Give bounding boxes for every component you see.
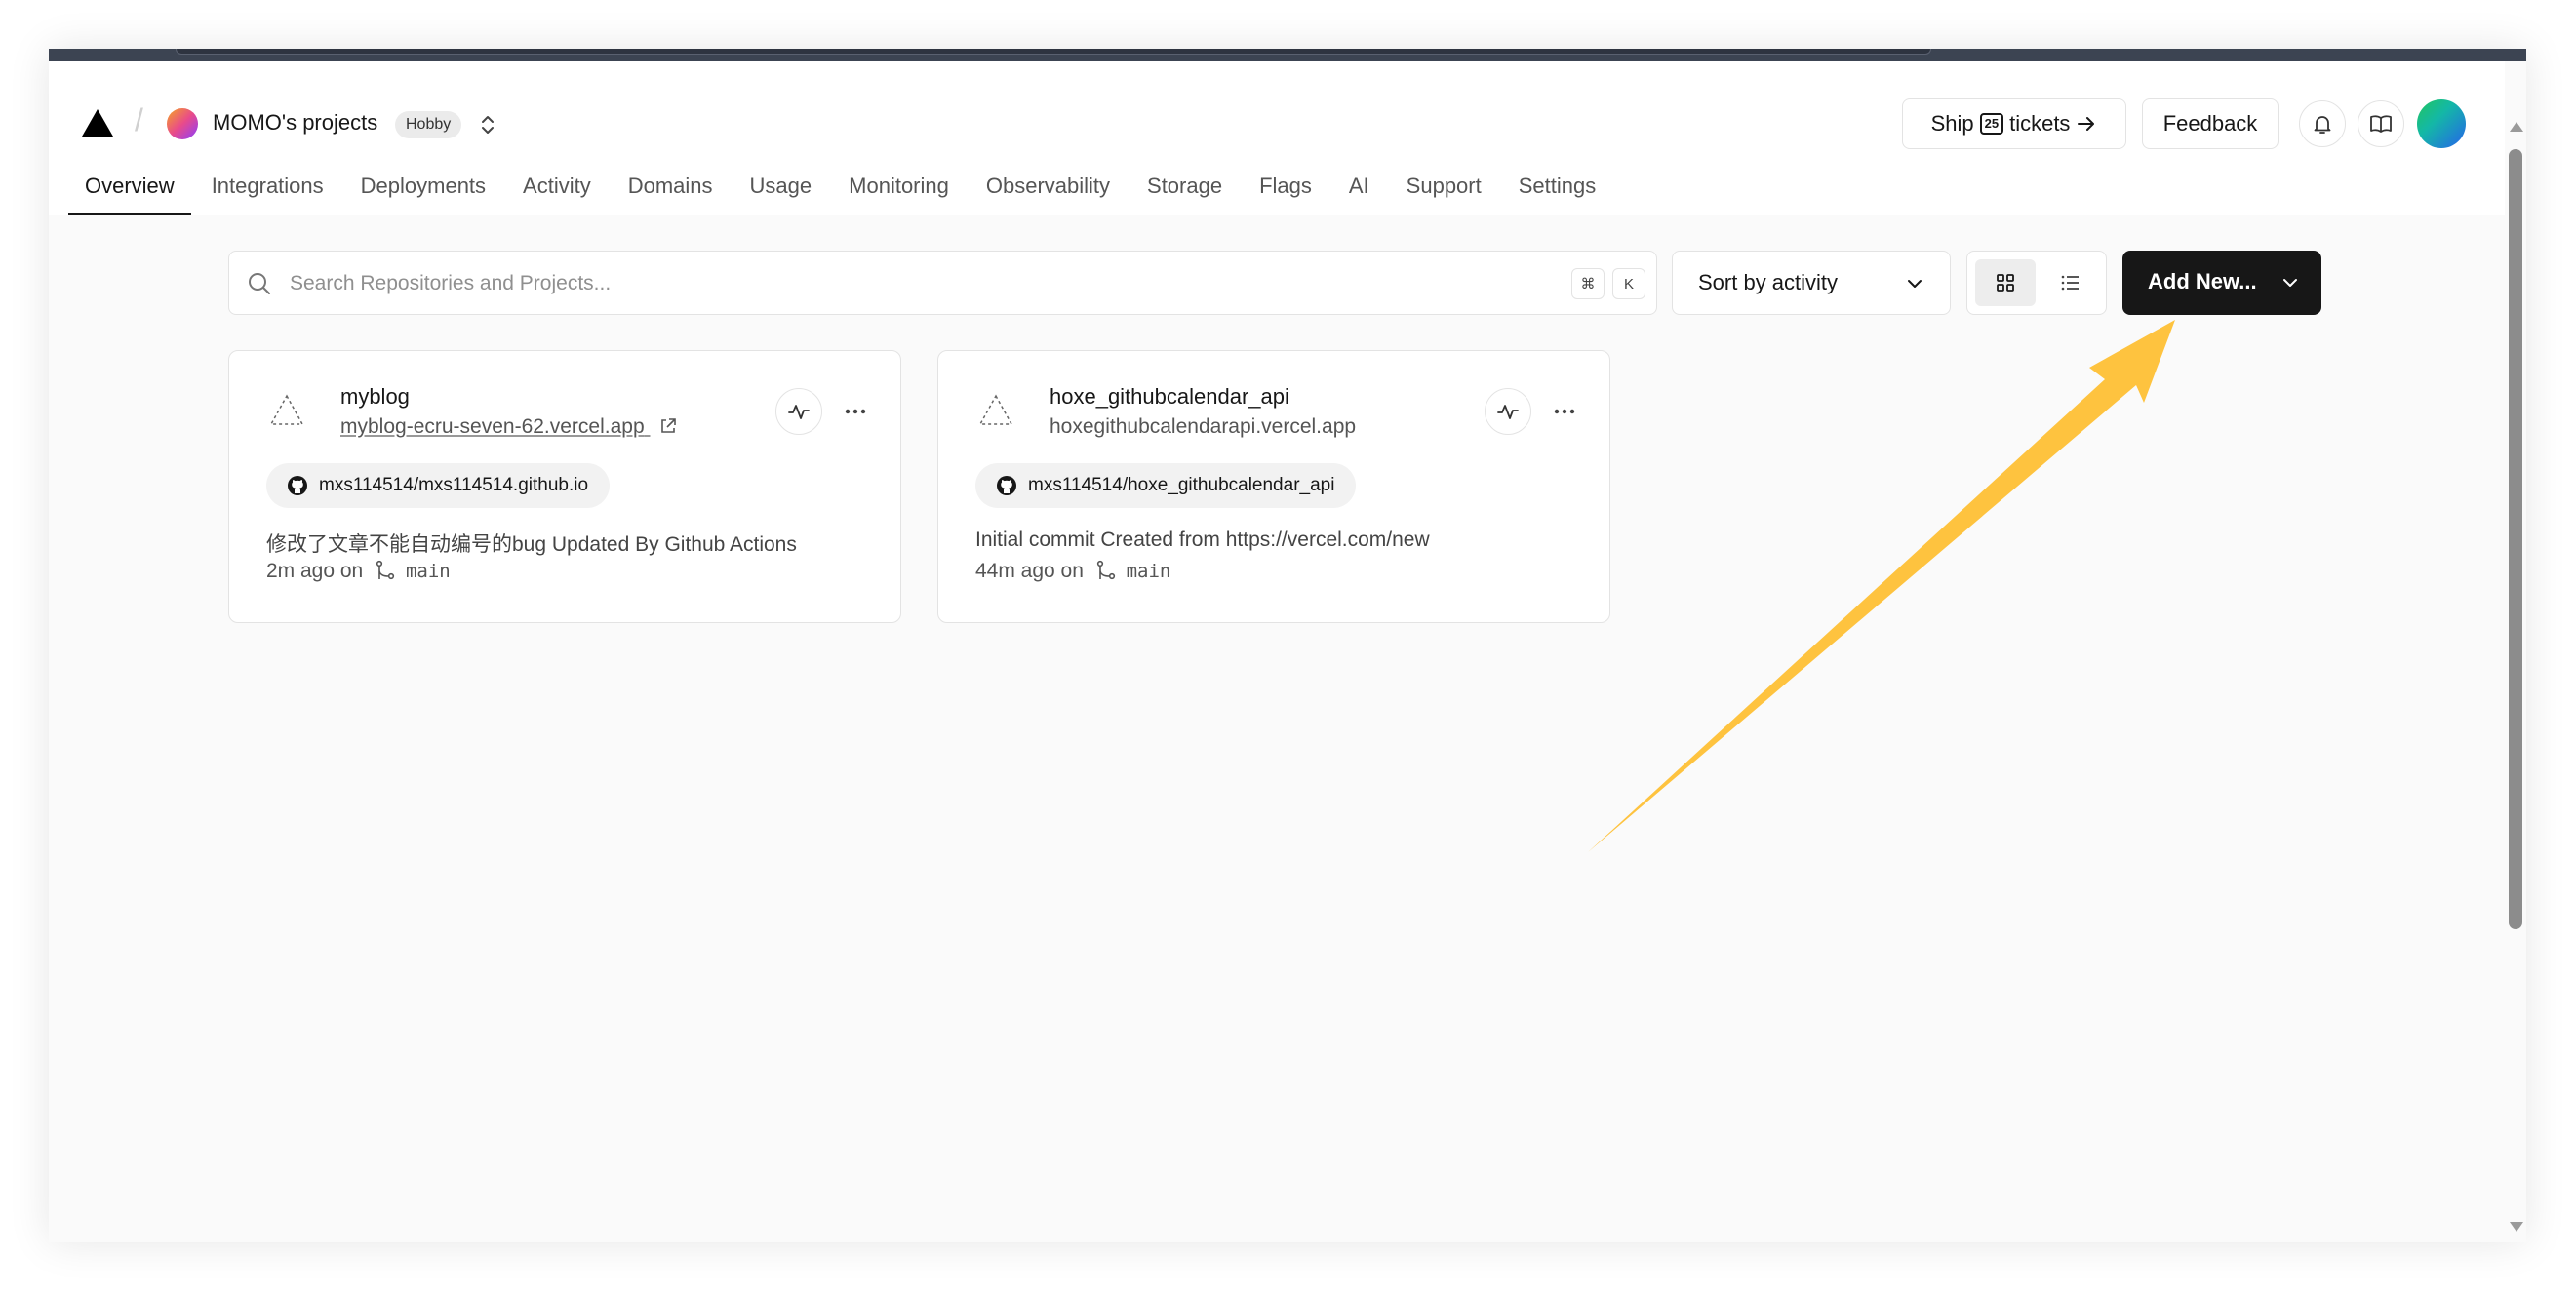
vertical-scrollbar[interactable] <box>2505 61 2526 1242</box>
breadcrumb-separator: / <box>135 102 143 137</box>
project-triangle-icon <box>978 394 1013 425</box>
arrow-right-icon <box>2078 117 2095 131</box>
project-name[interactable]: hoxe_githubcalendar_api <box>1050 384 1289 410</box>
tab-monitoring[interactable]: Monitoring <box>830 159 968 215</box>
repo-link[interactable]: mxs114514/mxs114514.github.io <box>266 463 611 508</box>
project-url[interactable]: hoxegithubcalendarapi.vercel.app <box>1050 415 1356 439</box>
repo-name: mxs114514/hoxe_githubcalendar_api <box>1028 475 1335 495</box>
view-toggle <box>1966 251 2107 315</box>
commit-message: 修改了文章不能自动编号的bug Updated By Github Action… <box>266 533 797 556</box>
tab-domains[interactable]: Domains <box>610 159 732 215</box>
more-options-button[interactable] <box>832 388 879 435</box>
notifications-button[interactable] <box>2299 100 2346 147</box>
tab-integrations[interactable]: Integrations <box>193 159 342 215</box>
commit-message: Initial commit Created from https://verc… <box>975 528 1430 551</box>
repo-name: mxs114514/mxs114514.github.io <box>319 475 589 495</box>
git-branch-icon <box>376 560 395 580</box>
tab-observability[interactable]: Observability <box>968 159 1129 215</box>
tab-deployments[interactable]: Deployments <box>342 159 504 215</box>
commit-time: 2m ago on <box>266 560 364 582</box>
chevron-up-down-icon[interactable] <box>478 111 497 138</box>
commit-meta: 44m ago on main <box>975 560 1170 583</box>
sort-select[interactable]: Sort by activity <box>1672 251 1951 315</box>
ellipsis-icon <box>1554 409 1575 414</box>
scroll-up-arrow-icon[interactable] <box>2510 122 2523 132</box>
kbd-k-key: K <box>1612 268 1645 299</box>
github-icon <box>997 476 1016 495</box>
plan-badge: Hobby <box>395 111 462 138</box>
activity-button[interactable] <box>1485 388 1531 435</box>
pulse-icon <box>1497 405 1519 419</box>
browser-window: / MOMO's projects Hobby Ship 25 tickets … <box>49 49 2526 1242</box>
list-view-button[interactable] <box>2040 259 2100 306</box>
repo-link[interactable]: mxs114514/hoxe_githubcalendar_api <box>975 463 1357 508</box>
github-icon <box>288 476 307 495</box>
browser-tab-edge <box>176 49 1931 55</box>
grid-icon <box>1997 274 2014 292</box>
project-card[interactable]: myblog myblog-ecru-seven-62.vercel.app m… <box>228 350 901 623</box>
add-new-button[interactable]: Add New... <box>2122 251 2321 315</box>
tab-activity[interactable]: Activity <box>504 159 610 215</box>
feedback-button[interactable]: Feedback <box>2142 98 2279 149</box>
project-url-link[interactable]: myblog-ecru-seven-62.vercel.app <box>340 415 678 439</box>
docs-button[interactable] <box>2358 100 2404 147</box>
ellipsis-icon <box>845 409 866 414</box>
vercel-logo-icon[interactable] <box>82 109 113 137</box>
search-box: ⌘ K <box>228 251 1657 315</box>
book-icon <box>2370 115 2392 133</box>
chevron-down-icon <box>2283 279 2297 287</box>
scroll-thumb[interactable] <box>2509 149 2522 929</box>
branch-name: main <box>1126 561 1171 582</box>
nav-tabs: Overview Integrations Deployments Activi… <box>66 159 1614 215</box>
tab-usage[interactable]: Usage <box>732 159 831 215</box>
project-url: myblog-ecru-seven-62.vercel.app <box>340 415 645 438</box>
tab-overview[interactable]: Overview <box>66 159 193 215</box>
pulse-icon <box>788 405 810 419</box>
search-icon <box>249 273 270 294</box>
tab-support[interactable]: Support <box>1388 159 1500 215</box>
project-triangle-icon <box>269 394 304 425</box>
more-options-button[interactable] <box>1541 388 1588 435</box>
branch-name: main <box>405 561 451 582</box>
ship-label: Ship <box>1930 111 1974 136</box>
scroll-down-arrow-icon[interactable] <box>2510 1222 2523 1232</box>
project-card[interactable]: hoxe_githubcalendar_api hoxegithubcalend… <box>937 350 1610 623</box>
team-name[interactable]: MOMO's projects <box>213 110 377 136</box>
chevron-down-icon <box>1908 280 1922 288</box>
external-link-icon <box>660 418 676 433</box>
grid-view-button[interactable] <box>1975 259 2036 306</box>
project-name[interactable]: myblog <box>340 384 410 410</box>
activity-button[interactable] <box>775 388 822 435</box>
tab-storage[interactable]: Storage <box>1129 159 1241 215</box>
browser-top-strip <box>49 49 2526 61</box>
commit-meta: 2m ago on main <box>266 560 451 583</box>
tab-ai[interactable]: AI <box>1330 159 1388 215</box>
search-input[interactable] <box>290 265 1460 302</box>
tab-flags[interactable]: Flags <box>1241 159 1330 215</box>
list-icon <box>2061 275 2079 291</box>
commit-time: 44m ago on <box>975 560 1084 582</box>
ship-tickets-button[interactable]: Ship 25 tickets <box>1902 98 2126 149</box>
tab-settings[interactable]: Settings <box>1500 159 1615 215</box>
add-new-label: Add New... <box>2148 269 2257 293</box>
kbd-command-key: ⌘ <box>1571 268 1605 299</box>
dashboard-header: / MOMO's projects Hobby Ship 25 tickets … <box>49 61 2526 215</box>
git-branch-icon <box>1096 560 1115 580</box>
bell-icon <box>2314 116 2331 134</box>
team-avatar[interactable] <box>167 108 198 139</box>
ship-badge: 25 <box>1979 113 2004 135</box>
tickets-label: tickets <box>2009 111 2071 136</box>
user-avatar[interactable] <box>2417 99 2466 148</box>
sort-label: Sort by activity <box>1698 270 1839 294</box>
